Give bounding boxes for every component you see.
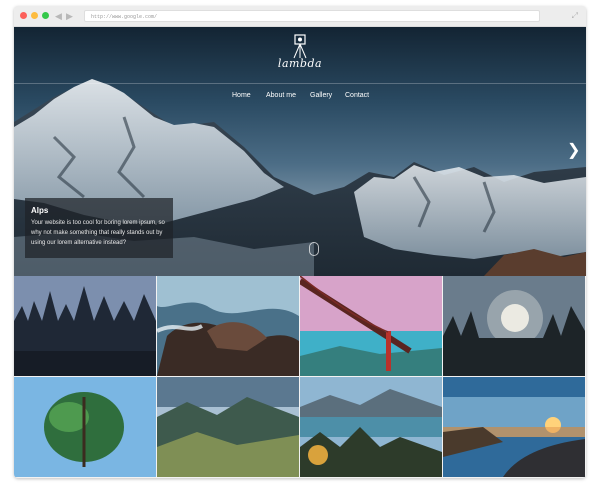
caption-title: Alps bbox=[31, 206, 49, 215]
caption-text: Your website is too cool for boring lore… bbox=[31, 220, 165, 246]
nav-contact[interactable]: Contact bbox=[345, 91, 369, 101]
browser-toolbar: ◀ ▶ http://www.google.com/ ⤢ bbox=[14, 6, 586, 27]
nav-divider bbox=[14, 83, 586, 84]
camera-tripod-icon bbox=[293, 34, 307, 59]
hero-slider: lambda Home About me Gallery Contact ❯ A… bbox=[14, 27, 586, 276]
maximize-window-dot[interactable] bbox=[42, 12, 49, 19]
browser-window: ◀ ▶ http://www.google.com/ ⤢ lambda Home… bbox=[14, 6, 586, 478]
close-window-dot[interactable] bbox=[20, 12, 27, 19]
nav-gallery[interactable]: Gallery bbox=[310, 91, 332, 101]
coastal-road-sunset-photo[interactable] bbox=[443, 377, 585, 477]
minimize-window-dot[interactable] bbox=[31, 12, 38, 19]
chevron-left-icon[interactable]: ◀ bbox=[55, 10, 62, 22]
nav-home[interactable]: Home bbox=[232, 91, 251, 101]
chevron-right-icon[interactable]: ▶ bbox=[66, 10, 73, 22]
expand-icon[interactable]: ⤢ bbox=[572, 10, 578, 22]
nav-about-me[interactable]: About me bbox=[266, 91, 296, 101]
golden-gate-bridge-photo[interactable] bbox=[300, 276, 442, 376]
logo-text: lambda bbox=[277, 57, 323, 70]
photo-gallery bbox=[14, 276, 586, 478]
slide-caption: Alps Your website is too cool for boring… bbox=[25, 198, 173, 258]
autumn-mountain-lake-photo[interactable] bbox=[300, 377, 442, 477]
mouse-scroll-icon[interactable] bbox=[309, 242, 319, 256]
site-logo[interactable]: lambda bbox=[270, 33, 330, 83]
wave-rock-photo[interactable] bbox=[157, 276, 299, 376]
green-valley-photo[interactable] bbox=[157, 377, 299, 477]
tree-reflection-photo[interactable] bbox=[14, 377, 156, 477]
next-slide-icon[interactable]: ❯ bbox=[567, 143, 580, 159]
forest-photo[interactable] bbox=[14, 276, 156, 376]
address-bar[interactable]: http://www.google.com/ bbox=[84, 10, 540, 22]
sunlit-forest-photo[interactable] bbox=[443, 276, 585, 376]
